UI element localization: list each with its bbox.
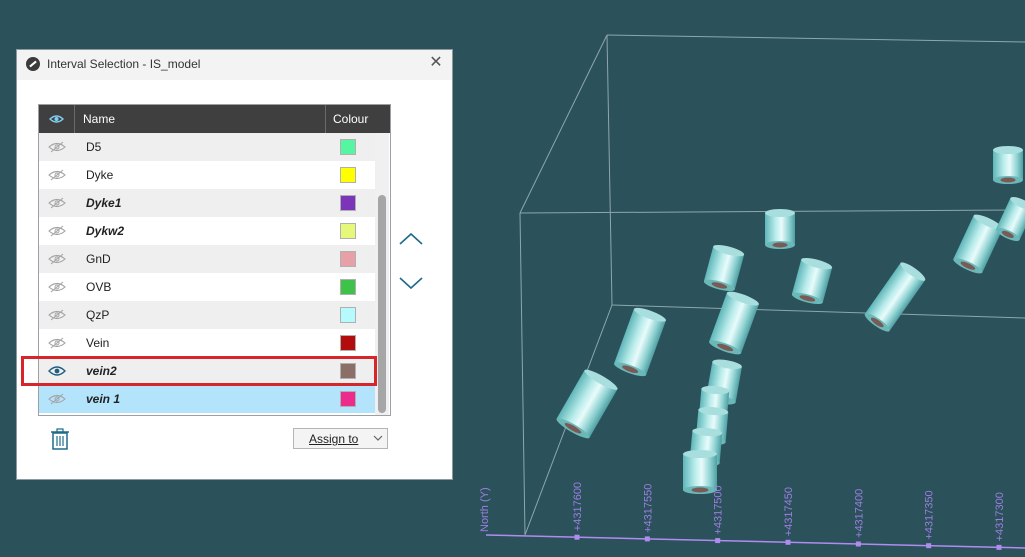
axis-tick-label: +4317550 [642,484,654,533]
axis-tick-label: +4317300 [994,492,1006,541]
drillhole-segment [953,214,1003,274]
vertical-scrollbar[interactable] [375,133,389,415]
drillhole-segment [703,244,745,292]
colour-swatch[interactable] [340,363,356,379]
axis-tick-mark [574,534,580,540]
row-name: Dyke [86,168,114,182]
axis-tick-mark [996,544,1002,550]
drillhole-segment [709,291,759,355]
row-name: GnD [86,252,111,266]
colour-swatch[interactable] [340,195,356,211]
colour-swatch[interactable] [340,139,356,155]
north-axis: +4317600 +4317550 +4317500 +4317450 +4317400… [479,482,1025,550]
row-name: vein2 [86,364,117,378]
colour-swatch[interactable] [340,335,356,351]
close-button[interactable]: ✕ [428,55,444,71]
chevron-down-icon [373,435,383,441]
axis-tick-label: +4317400 [853,489,865,538]
colour-swatch[interactable] [340,391,356,407]
table-row[interactable]: vein2 [39,357,375,385]
app-logo-icon [26,57,40,71]
axis-tick-label: +4317450 [783,487,795,536]
assign-to-dropdown[interactable]: Assign to [293,428,388,449]
drillhole-segment [791,257,833,305]
drillhole-cylinders [556,146,1025,494]
eye-icon[interactable] [48,364,66,378]
title-bar: Interval Selection - IS_model ✕ [17,50,452,80]
row-name: QzP [86,308,110,322]
colour-swatch[interactable] [340,223,356,239]
colour-column-header[interactable]: Colour [325,105,375,133]
drillhole-segment [993,146,1023,184]
axis-tick-mark [785,539,791,545]
axis-tick-mark [715,538,721,544]
window-title: Interval Selection - IS_model [47,57,201,71]
table-row[interactable]: Vein [39,329,375,357]
table-row[interactable]: Dyke1 [39,189,375,217]
axis-tick-label: +4317500 [713,485,725,534]
eye-hidden-icon[interactable] [48,168,66,182]
axis-tick-label: +4317350 [924,490,936,539]
row-name: Dyke1 [86,196,122,210]
table-row[interactable]: GnD [39,245,375,273]
colour-swatch[interactable] [340,251,356,267]
row-name: D5 [86,140,102,154]
table-row[interactable]: Dykw2 [39,217,375,245]
table-row[interactable]: QzP [39,301,375,329]
trash-icon[interactable] [50,428,70,450]
eye-hidden-icon[interactable] [48,224,66,238]
eye-hidden-icon[interactable] [48,196,66,210]
row-name: Dykw2 [86,224,125,238]
visibility-column-header[interactable] [39,105,75,133]
axis-tick-label: +4317600 [572,482,584,531]
eye-icon [48,115,65,123]
eye-hidden-icon[interactable] [48,336,66,350]
table-row[interactable]: OVB [39,273,375,301]
eye-hidden-icon[interactable] [48,308,66,322]
drillhole-segment [864,262,926,332]
interval-selection-dialog: Interval Selection - IS_model ✕ Name Col… [16,49,453,480]
name-column-header[interactable]: Name [83,112,115,126]
axis-tick-mark [926,543,932,549]
axis-tick-mark [644,536,650,542]
interval-table: Name Colour D5 Dyke Dyke1 Dykw2 GnD OVB QzP Vei… [38,104,391,416]
axis-title: North (Y) [479,487,491,532]
drillhole-segment [765,209,795,249]
axis-tick-mark [855,541,861,547]
scrollbar-thumb[interactable] [378,195,386,413]
row-name: vein 1 [86,392,121,406]
row-name: Vein [86,336,110,350]
eye-hidden-icon[interactable] [48,280,66,294]
table-header: Name Colour [39,105,390,133]
bounding-box [519,34,1025,536]
colour-swatch[interactable] [340,167,356,183]
eye-hidden-icon[interactable] [48,392,66,406]
row-name: OVB [86,280,112,294]
colour-swatch[interactable] [340,279,356,295]
move-up-icon[interactable] [398,230,424,250]
eye-hidden-icon[interactable] [48,140,66,154]
move-down-icon[interactable] [398,272,424,292]
eye-hidden-icon[interactable] [48,252,66,266]
table-row[interactable]: D5 [39,133,375,161]
drillhole-segment [614,307,666,377]
colour-swatch[interactable] [340,307,356,323]
assign-to-label: Assign to [309,432,359,446]
table-row[interactable]: Dyke [39,161,375,189]
table-row[interactable]: vein 1 [39,385,375,413]
